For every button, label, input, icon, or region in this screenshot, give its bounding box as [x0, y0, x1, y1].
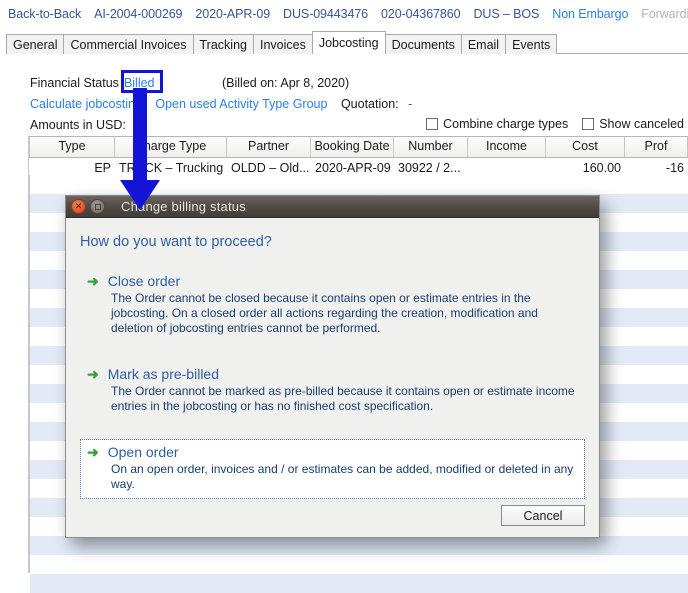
cell-cost: 160.00: [582, 160, 621, 175]
option-title[interactable]: Mark as pre-billed: [108, 366, 219, 382]
tab-invoices[interactable]: Invoices: [252, 34, 313, 54]
action-links-row: Calculate jobcosting Open used Activity …: [30, 97, 412, 111]
tab-events[interactable]: Events: [505, 34, 558, 54]
dialog-title: Change billing status: [121, 199, 246, 214]
breadcrumb-item-6[interactable]: Non Embargo: [552, 7, 628, 21]
calculate-jobcosting-link[interactable]: Calculate jobcosting: [30, 97, 142, 111]
tab-commercial-invoices[interactable]: Commercial Invoices: [63, 34, 194, 54]
breadcrumb: Back-to-Back AI-2004-000269 2020-APR-09 …: [0, 0, 688, 28]
close-icon[interactable]: ✕: [71, 199, 86, 214]
grid-empty-row: [30, 175, 688, 194]
arrow-right-icon: ➜: [87, 366, 99, 382]
grid-empty-row: [30, 574, 688, 593]
tab-documents[interactable]: Documents: [384, 34, 462, 54]
option-header: ➜ Mark as pre-billed: [87, 366, 578, 382]
tab-general[interactable]: General: [6, 34, 65, 54]
cell-booking-date: 2020-APR-09: [315, 160, 391, 175]
breadcrumb-item-2[interactable]: 2020-APR-09: [195, 7, 270, 21]
column-header-charge-type[interactable]: Charge Type: [115, 137, 227, 157]
cancel-button[interactable]: Cancel: [501, 505, 585, 526]
column-header-number[interactable]: Number: [394, 137, 468, 157]
maximize-icon[interactable]: [90, 199, 105, 214]
option-mark-as-pre-billed[interactable]: ➜ Mark as pre-billed The Order cannot be…: [80, 361, 585, 421]
grid-empty-row: [30, 555, 688, 574]
column-header-booking-date[interactable]: Booking Date: [311, 137, 394, 157]
financial-status-value-link[interactable]: Billed: [124, 76, 155, 90]
dialog-question: How do you want to proceed?: [80, 234, 272, 250]
dialog-title-bar[interactable]: ✕ Change billing status: [66, 196, 599, 218]
cell-number: 30922 / 2...: [398, 160, 461, 175]
arrow-right-icon: ➜: [87, 273, 99, 289]
grid-empty-row: [30, 536, 688, 555]
column-header-income[interactable]: Income: [468, 137, 546, 157]
show-canceled-label: Show canceled: [599, 117, 684, 131]
breadcrumb-item-5[interactable]: DUS – BOS: [473, 7, 539, 21]
option-header: ➜ Close order: [87, 273, 578, 289]
option-description: The Order cannot be closed because it co…: [111, 291, 538, 335]
breadcrumb-item-1[interactable]: AI-2004-000269: [94, 7, 182, 21]
combine-charge-types-label: Combine charge types: [443, 117, 569, 131]
change-billing-status-dialog: ✕ Change billing status How do you want …: [65, 195, 600, 538]
grid-options: Combine charge types Show canceled: [426, 117, 684, 131]
column-header-partner[interactable]: Partner: [227, 137, 311, 157]
billed-on-text: (Billed on: Apr 8, 2020): [222, 76, 350, 90]
option-open-order[interactable]: ➜ Open order On an open order, invoices …: [80, 439, 585, 499]
cell-charge-type: TRUCK – Trucking: [119, 160, 224, 175]
option-header: ➜ Open order: [87, 444, 578, 460]
cell-type: EP: [94, 160, 111, 175]
arrow-right-icon: ➜: [87, 444, 99, 460]
open-activity-type-group-link[interactable]: Open used Activity Type Group: [155, 97, 327, 111]
column-header-profit[interactable]: Prof: [625, 137, 688, 157]
cell-profit: -16: [665, 160, 684, 175]
breadcrumb-item-0[interactable]: Back-to-Back: [8, 7, 81, 21]
option-description: On an open order, invoices and / or esti…: [111, 462, 574, 491]
option-title[interactable]: Open order: [108, 444, 179, 460]
option-description: The Order cannot be marked as pre-billed…: [111, 384, 575, 413]
amounts-currency-label: Amounts in USD:: [30, 118, 126, 132]
checkbox-box-icon: [582, 118, 595, 130]
option-title[interactable]: Close order: [108, 273, 180, 289]
checkbox-box-icon: [426, 118, 439, 130]
column-header-type[interactable]: Type: [29, 137, 115, 157]
financial-status-row: Financial Status Billed: [30, 76, 155, 90]
tab-email[interactable]: Email: [460, 34, 507, 54]
grid-header-row: Type Charge Type Partner Booking Date Nu…: [29, 137, 688, 158]
cell-partner: OLDD – Old...: [231, 160, 310, 175]
combine-charge-types-checkbox[interactable]: Combine charge types: [426, 117, 568, 131]
column-header-cost[interactable]: Cost: [546, 137, 625, 157]
tab-tracking[interactable]: Tracking: [192, 34, 254, 54]
option-close-order[interactable]: ➜ Close order The Order cannot be closed…: [80, 268, 585, 343]
breadcrumb-item-7: Forwarding: [641, 7, 688, 21]
dialog-body: How do you want to proceed? ➜ Close orde…: [66, 218, 599, 537]
application-window: Back-to-Back AI-2004-000269 2020-APR-09 …: [0, 0, 688, 593]
financial-status-label: Financial Status: [30, 76, 119, 90]
breadcrumb-item-4[interactable]: 020-04367860: [381, 7, 461, 21]
tab-bar: General Commercial Invoices Tracking Inv…: [0, 28, 688, 54]
dialog-footer: Cancel: [501, 505, 585, 526]
quotation-label: Quotation:: [340, 97, 399, 111]
show-canceled-checkbox[interactable]: Show canceled: [582, 117, 684, 131]
breadcrumb-item-3[interactable]: DUS-09443476: [283, 7, 368, 21]
tab-jobcosting[interactable]: Jobcosting: [311, 31, 386, 54]
quotation-value: -: [408, 97, 413, 111]
